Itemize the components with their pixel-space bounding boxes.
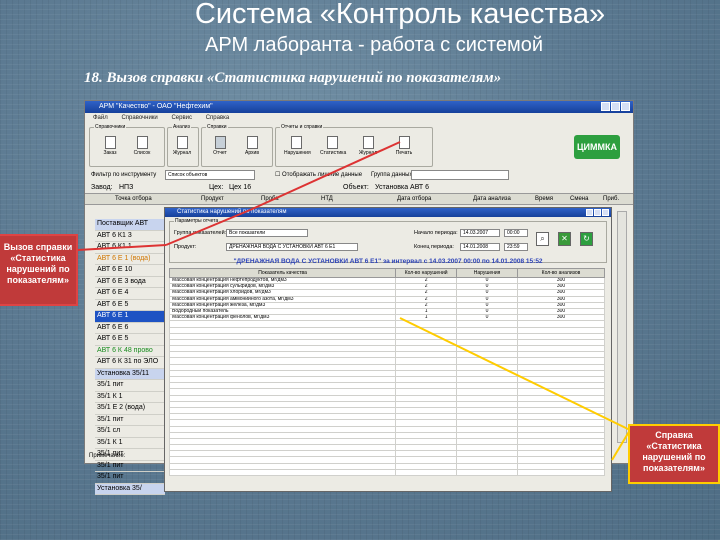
callout-report-result: Справка «Статистика нарушений по показат… bbox=[628, 424, 720, 484]
callout-lines bbox=[77, 141, 631, 461]
yellow-callout-line bbox=[399, 317, 631, 431]
red-callout-line bbox=[249, 141, 401, 211]
red-callout-line bbox=[165, 209, 251, 246]
red-callout-line bbox=[77, 244, 167, 251]
callout-open-report: Вызов справки «Статистика нарушений по п… bbox=[0, 234, 78, 306]
